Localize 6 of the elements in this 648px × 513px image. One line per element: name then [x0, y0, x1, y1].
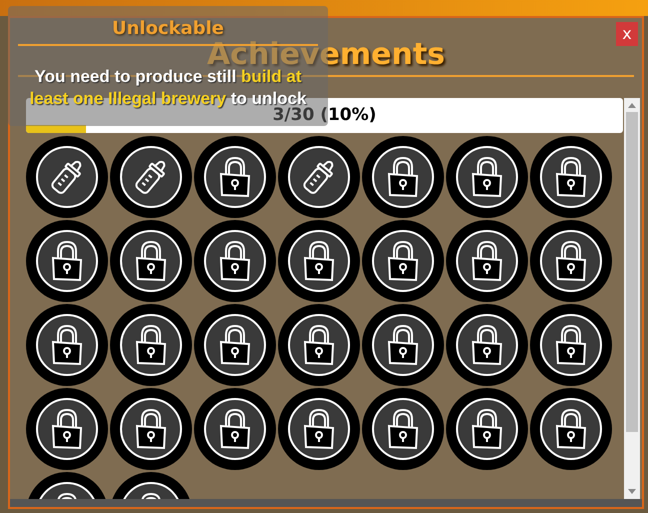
tooltip-title: Unlockable — [112, 18, 224, 40]
scrollbar[interactable] — [624, 98, 640, 499]
scrollbar-thumb[interactable] — [626, 112, 638, 432]
progress-text: 3/30 (10%) — [272, 104, 376, 127]
close-button[interactable]: x — [616, 22, 638, 46]
dialog-title: Achievements — [206, 40, 446, 70]
